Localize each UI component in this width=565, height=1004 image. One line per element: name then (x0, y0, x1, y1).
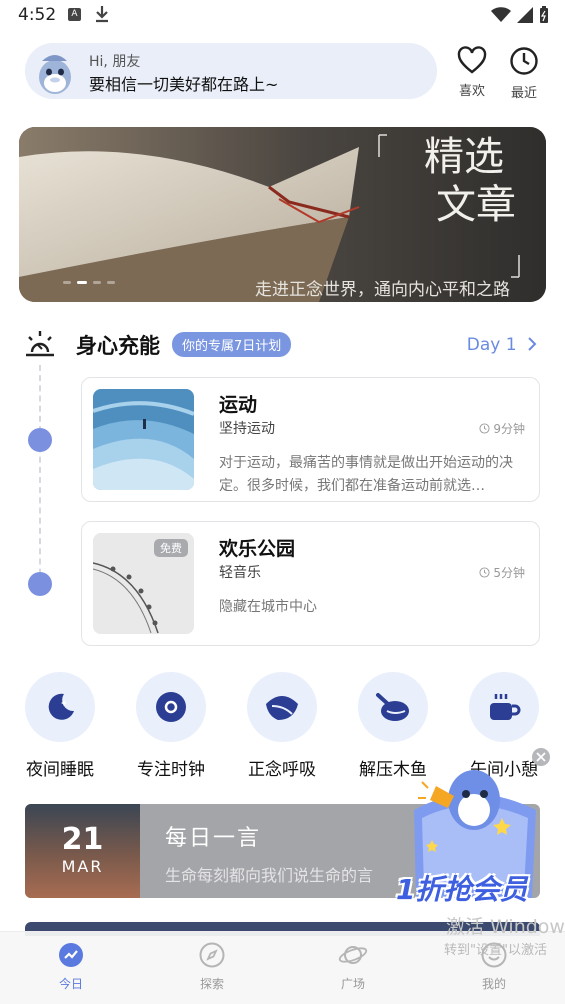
plan-thumbnail: 免费 (93, 533, 194, 634)
activation-watermark-hint: 转到"设置"以激活 (444, 943, 547, 958)
waves-image (93, 389, 194, 490)
promo-close-button[interactable] (532, 748, 550, 766)
page-dot (93, 281, 101, 284)
tool-label: 正念呼吸 (248, 760, 316, 780)
nav-label: 探索 (199, 977, 224, 991)
coffee-icon (490, 694, 521, 720)
plan-description: 对于运动，最痛苦的事情就是做出开始运动的决定。很多时候，我们都在准备运动前就选… (219, 455, 513, 494)
planet-icon (338, 946, 368, 964)
daily-month: MAR (61, 857, 104, 876)
battery-icon (540, 6, 548, 23)
plan-card-park[interactable]: 免费 欢乐公园 轻音乐 5分钟 隐藏在城市中心 (81, 521, 540, 646)
compass-icon (199, 942, 225, 968)
status-icons (491, 6, 549, 24)
moon-icon (48, 693, 74, 720)
plan-duration: 9分钟 (479, 420, 525, 437)
featured-banner[interactable]: 精选 文章 走进正念世界，通向内心平和之路 (19, 127, 546, 302)
tool-circle (25, 672, 95, 742)
plan-duration: 5分钟 (479, 564, 525, 581)
tool-label: 专注时钟 (137, 760, 205, 780)
like-button[interactable]: 喜欢 (452, 46, 492, 99)
greeting-message: 要相信一切美好都在路上~ (89, 75, 279, 94)
like-label: 喜欢 (458, 84, 485, 99)
tool-circle (136, 672, 206, 742)
activation-watermark: 激活 Windows (446, 916, 565, 938)
day-label: Day 1 (466, 335, 517, 355)
banner-title-line2: 文章 (436, 182, 516, 228)
page-dot (63, 281, 71, 284)
wifi-icon (491, 7, 511, 22)
plan-subtitle: 坚持运动 (219, 421, 275, 437)
page-dot (107, 281, 115, 284)
greeting-card[interactable]: Hi, 朋友 要相信一切美好都在路上~ (25, 43, 437, 99)
timeline-dot (28, 428, 52, 452)
nav-today[interactable]: 今日 (36, 942, 106, 992)
plan-name: 运动 (219, 394, 258, 416)
daily-date: 21 MAR (25, 804, 140, 898)
daily-day: 21 (61, 822, 104, 857)
nav-label: 今日 (58, 977, 83, 991)
status-time: 4:52 (18, 5, 57, 25)
leaf-icon (266, 696, 298, 720)
tool-circle (247, 672, 317, 742)
plan-name: 欢乐公园 (219, 538, 296, 560)
page-dot-active (77, 281, 87, 284)
plan-card-exercise[interactable]: 运动 坚持运动 9分钟 对于运动，最痛苦的事情就是做出开始运动的决定。很多时候，… (81, 377, 540, 502)
chevron-right-icon (528, 337, 537, 351)
energy-section-header: 身心充能 你的专属7日计划 Day 1 (24, 326, 544, 362)
plan-description: 隐藏在城市中心 (219, 599, 317, 615)
nav-square[interactable]: 广场 (318, 942, 388, 992)
today-icon (59, 943, 83, 967)
timeline-line (39, 365, 41, 595)
banner-title: 精选 文章 (424, 133, 516, 229)
nav-label: 我的 (481, 977, 506, 991)
greeting-hi: Hi, 朋友 (89, 54, 141, 70)
timeline-dot (28, 572, 52, 596)
focus-icon (156, 692, 186, 722)
plan-duration-text: 5分钟 (493, 566, 525, 580)
banner-pagination (63, 281, 115, 284)
heart-icon (457, 46, 487, 74)
tool-circle (469, 672, 539, 742)
recent-label: 最近 (510, 86, 537, 101)
section-title: 身心充能 (76, 334, 160, 358)
clock-icon (479, 423, 490, 434)
daily-text: 生命每刻都向我们说生命的言 (165, 866, 374, 885)
plan-badge: 你的专属7日计划 (172, 332, 292, 357)
free-badge: 免费 (154, 539, 188, 557)
promo-text: 1折抢会员 (396, 873, 528, 906)
plan-duration-text: 9分钟 (493, 422, 525, 436)
day-selector[interactable]: Day 1 (467, 335, 538, 355)
banner-title-line1: 精选 (424, 134, 504, 180)
clock-icon (479, 567, 490, 578)
recent-button[interactable]: 最近 (504, 46, 544, 101)
banner-subtitle: 走进正念世界，通向内心平和之路 (255, 280, 510, 300)
nav-label: 广场 (340, 977, 365, 991)
clock-icon (510, 47, 538, 75)
daily-title: 每日一言 (165, 826, 262, 851)
tool-label: 夜间睡眠 (26, 760, 94, 780)
keyboard-notification-icon: A (68, 8, 81, 21)
nav-explore[interactable]: 探索 (177, 942, 247, 992)
close-icon (536, 752, 546, 762)
plan-subtitle: 轻音乐 (219, 565, 261, 581)
dolphin-avatar (39, 55, 71, 94)
tool-mindful-breath[interactable]: 正念呼吸 (235, 672, 329, 780)
download-icon (96, 6, 108, 23)
tool-focus-clock[interactable]: 专注时钟 (124, 672, 218, 780)
plan-thumbnail (93, 389, 194, 490)
signal-icon (517, 7, 533, 23)
sunrise-icon (26, 331, 54, 357)
status-bar: 4:52 A (0, 0, 565, 32)
tool-circle (358, 672, 428, 742)
tool-night-sleep[interactable]: 夜间睡眠 (13, 672, 107, 780)
wooden-fish-icon (376, 693, 409, 721)
vip-promo-float[interactable]: 1折抢会员 (392, 748, 552, 918)
